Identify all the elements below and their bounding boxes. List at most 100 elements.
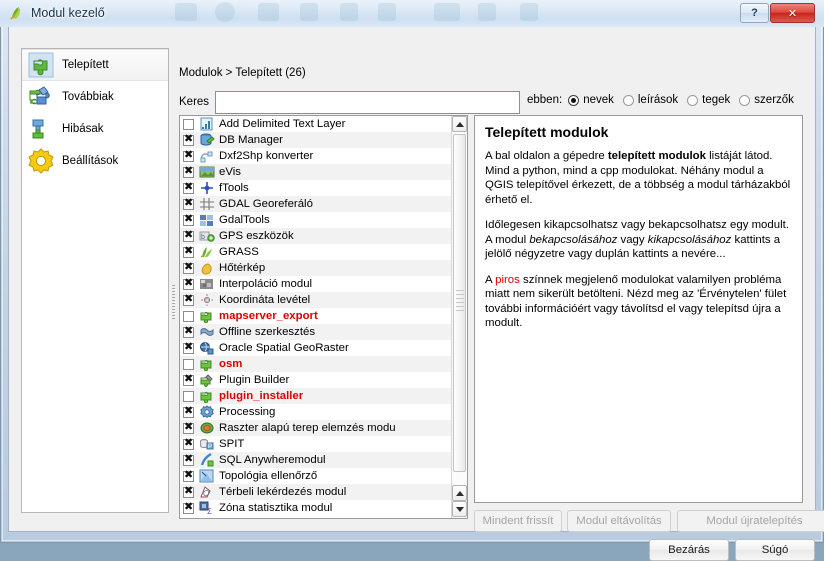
ghost-toolbar-shape — [478, 3, 496, 21]
plugin-name-label: osm — [219, 358, 243, 370]
close-dialog-button[interactable]: Bezárás — [649, 539, 729, 561]
plugin-list-item[interactable]: fTools — [180, 180, 452, 196]
plugin-enabled-checkbox[interactable] — [183, 245, 194, 258]
titlebar-help-button[interactable]: ? — [740, 3, 769, 23]
plugin-enabled-checkbox[interactable] — [183, 485, 194, 498]
plugin-list-scrollbar[interactable] — [451, 116, 467, 518]
chevron-up-icon — [455, 490, 464, 496]
plugin-list-item[interactable]: Topológia ellenőrző — [180, 468, 452, 484]
coordinate-capture-icon — [199, 293, 215, 307]
description-paragraph-1: A bal oldalon a gépedre telepített modul… — [485, 149, 792, 207]
plugin-enabled-checkbox[interactable] — [183, 310, 194, 322]
plugin-enabled-checkbox[interactable] — [183, 325, 194, 338]
plugin-list-item[interactable]: Koordináta levétel — [180, 292, 452, 308]
plugin-enabled-checkbox[interactable] — [183, 293, 194, 306]
plugin-list[interactable]: Add Delimited Text Layer DB Manager Dxf2Sh… — [179, 115, 468, 519]
close-icon: ✕ — [787, 7, 798, 20]
radio-names[interactable]: nevek — [568, 94, 614, 106]
plugin-list-item[interactable]: GdalTools — [180, 212, 452, 228]
plugin-name-label: Oracle Spatial GeoRaster — [219, 342, 349, 354]
desc-p1-bold: telepített modulok — [607, 150, 706, 162]
gear-yellow-icon — [26, 146, 56, 176]
plugin-list-item[interactable]: eVis — [180, 164, 452, 180]
sidebar-item-settings[interactable]: Beállítások — [22, 145, 168, 177]
plugin-enabled-checkbox[interactable] — [183, 229, 194, 242]
plugin-enabled-checkbox[interactable] — [183, 261, 194, 274]
plugin-list-item[interactable]: Interpoláció modul — [180, 276, 452, 292]
ghost-toolbar-shape — [175, 3, 197, 21]
plugin-enabled-checkbox[interactable] — [183, 469, 194, 482]
radio-authors[interactable]: szerzők — [739, 94, 794, 106]
category-sidebar[interactable]: Telepített Továbbiak Hibásak Beállítások — [21, 48, 169, 513]
plugin-enabled-checkbox[interactable] — [183, 390, 194, 402]
radio-descriptions[interactable]: leírások — [622, 94, 678, 106]
scrollbar-thumb[interactable] — [453, 134, 466, 472]
uninstall-plugin-button[interactable]: Modul eltávolítás — [567, 510, 671, 532]
spatial-query-icon: Q — [199, 485, 215, 499]
plugin-list-item[interactable]: Oracle Spatial GeoRaster — [180, 340, 452, 356]
plugin-list-item[interactable]: mapserver_export — [180, 308, 452, 324]
plugin-enabled-checkbox[interactable] — [183, 165, 194, 178]
plugin-list-item[interactable]: Offline szerkesztés — [180, 324, 452, 340]
titlebar-close-button[interactable]: ✕ — [770, 3, 815, 23]
plugin-enabled-checkbox[interactable] — [183, 437, 194, 450]
plugin-name-label: GPS eszközök — [219, 230, 294, 242]
plugin-enabled-checkbox[interactable] — [183, 373, 194, 386]
plugin-enabled-checkbox[interactable] — [183, 118, 194, 130]
filter-radio-group[interactable]: ebben: nevek leírások tegek szerzők — [527, 94, 803, 106]
plugin-list-item[interactable]: Dxf2Shp konverter — [180, 148, 452, 164]
plugin-list-item[interactable]: GRASS — [180, 244, 452, 260]
search-input[interactable] — [215, 91, 520, 114]
thumb-grip — [456, 290, 464, 312]
scroll-down-button[interactable] — [452, 501, 467, 517]
svg-text:Σ: Σ — [207, 507, 212, 515]
georeferencer-icon — [199, 197, 215, 211]
ghost-toolbar-shape — [340, 3, 358, 21]
plugin-enabled-checkbox[interactable] — [183, 133, 194, 146]
plugin-enabled-checkbox[interactable] — [183, 421, 194, 434]
plugin-enabled-checkbox[interactable] — [183, 197, 194, 210]
plugin-list-item[interactable]: b GPS eszközök — [180, 228, 452, 244]
plugin-list-item[interactable]: Plugin Builder — [180, 372, 452, 388]
panel-splitter[interactable] — [171, 115, 176, 515]
reinstall-plugin-button[interactable]: Modul újratelepítés — [677, 510, 824, 532]
sidebar-item-invalid[interactable]: Hibásak — [22, 113, 168, 145]
uninstall-plugin-label: Modul eltávolítás — [576, 515, 662, 527]
offline-editing-icon — [199, 325, 215, 339]
plugin-list-item[interactable]: GDAL Georeferáló — [180, 196, 452, 212]
puzzle-green-icon — [199, 357, 215, 372]
plugin-list-item[interactable]: Σ Zóna statisztika modul — [180, 500, 452, 516]
plugin-list-item[interactable]: DB Manager — [180, 132, 452, 148]
plugin-name-label: Offline szerkesztés — [219, 326, 316, 338]
desc-p2-italic-enable: bekapcsolásához — [529, 233, 618, 246]
plugin-list-item[interactable]: Hőtérkép — [180, 260, 452, 276]
plugin-enabled-checkbox[interactable] — [183, 149, 194, 162]
plugin-enabled-checkbox[interactable] — [183, 181, 194, 194]
plugin-list-item[interactable]: Processing — [180, 404, 452, 420]
zonal-statistics-icon: Σ — [199, 501, 215, 516]
plugin-enabled-checkbox[interactable] — [183, 213, 194, 226]
plugin-list-item[interactable]: plugin_installer — [180, 388, 452, 404]
puzzle-green-icon — [199, 389, 215, 404]
sidebar-item-more[interactable]: Továbbiak — [22, 81, 168, 113]
plugin-enabled-checkbox[interactable] — [183, 405, 194, 418]
plugin-list-item[interactable]: Raszter alapú terep elemzés modu — [180, 420, 452, 436]
plugin-list-item[interactable]: P SPIT — [180, 436, 452, 452]
plugin-list-item[interactable]: SQL Anywheremodul — [180, 452, 452, 468]
heatmap-icon — [199, 261, 215, 275]
scroll-up-button[interactable] — [452, 116, 467, 132]
scroll-up-button-bottom[interactable] — [452, 485, 467, 501]
sidebar-item-installed[interactable]: Telepített — [22, 49, 168, 81]
plugin-list-item[interactable]: Q Térbeli lekérdezés modul — [180, 484, 452, 500]
plugin-enabled-checkbox[interactable] — [183, 453, 194, 466]
upgrade-all-button[interactable]: Mindent frissít — [474, 510, 562, 532]
radio-tags[interactable]: tegek — [687, 94, 730, 106]
plugin-enabled-checkbox[interactable] — [183, 501, 194, 514]
plugin-list-item[interactable]: osm — [180, 356, 452, 372]
plugin-enabled-checkbox[interactable] — [183, 277, 194, 290]
plugin-enabled-checkbox[interactable] — [183, 358, 194, 370]
help-button[interactable]: Súgó — [735, 539, 815, 561]
plugin-enabled-checkbox[interactable] — [183, 341, 194, 354]
ghost-toolbar-shape — [300, 3, 318, 21]
plugin-list-item[interactable]: Add Delimited Text Layer — [180, 116, 452, 132]
